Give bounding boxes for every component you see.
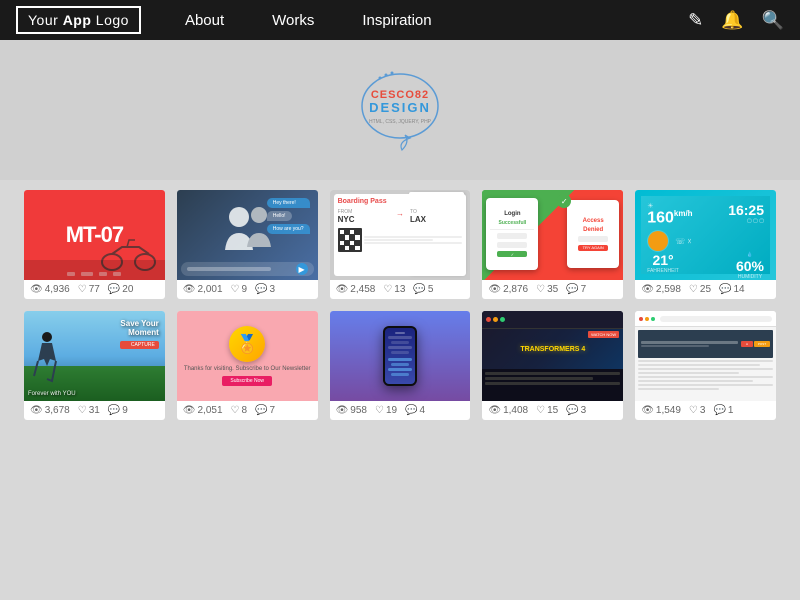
user-icon[interactable]: ✎ xyxy=(688,10,703,31)
thumb-blog: A POST xyxy=(635,311,776,401)
grid-row-1: MT-07 👁 4,936 ♡ 77 💬 20 xyxy=(24,190,776,299)
thumb-boarding: Boarding Pass FROM NYC → TO LAX xyxy=(330,190,471,280)
stats-transformers: 👁 1,408 ♡ 15 💬 3 xyxy=(482,401,623,420)
search-icon[interactable]: 🔍 xyxy=(762,10,784,31)
card-weather[interactable]: ☀ 160km/h 16:25 ▢ ▢ ▢ ☏ ☓ xyxy=(635,190,776,299)
stats-chat: 👁 2,001 ♡ 9 💬 3 xyxy=(177,280,318,299)
svg-text:DESIGN: DESIGN xyxy=(369,100,431,115)
card-boarding[interactable]: Boarding Pass FROM NYC → TO LAX xyxy=(330,190,471,299)
views-mt07: 👁 4,936 xyxy=(30,284,70,295)
brand-logo: CESCO82 DESIGN HTML, CSS, JQUERY, PHP xyxy=(350,60,450,160)
stats-mt07: 👁 4,936 ♡ 77 💬 20 xyxy=(24,280,165,299)
stats-award: 👁 2,051 ♡ 8 💬 7 xyxy=(177,401,318,420)
portfolio-grid: MT-07 👁 4,936 ♡ 77 💬 20 xyxy=(0,180,800,430)
thumb-mt07: MT-07 xyxy=(24,190,165,280)
thumb-chat: Hey there! Hello! How are you? ▶ xyxy=(177,190,318,280)
stats-weather: 👁 2,598 ♡ 25 💬 14 xyxy=(635,280,776,299)
card-login[interactable]: Login Successfull ✓ Access Denied TRY AG… xyxy=(482,190,623,299)
card-action[interactable]: Save Your Moment CAPTURE Forever with YO… xyxy=(24,311,165,420)
nav-inspiration[interactable]: Inspiration xyxy=(338,0,455,40)
grid-row-2: Save Your Moment CAPTURE Forever with YO… xyxy=(24,311,776,420)
thumb-phone xyxy=(330,311,471,401)
nav-works[interactable]: Works xyxy=(248,0,338,40)
card-phone[interactable]: 👁 958 ♡ 19 💬 4 xyxy=(330,311,471,420)
comments-mt07: 💬 20 xyxy=(108,284,134,295)
navbar: Your App Logo About Works Inspiration ✎ … xyxy=(0,0,800,40)
thumb-award: 🏅 Thanks for visiting. Subscribe to Our … xyxy=(177,311,318,401)
thumb-login: Login Successfull ✓ Access Denied TRY AG… xyxy=(482,190,623,280)
thumb-weather: ☀ 160km/h 16:25 ▢ ▢ ▢ ☏ ☓ xyxy=(635,190,776,280)
stats-phone: 👁 958 ♡ 19 💬 4 xyxy=(330,401,471,420)
card-award[interactable]: 🏅 Thanks for visiting. Subscribe to Our … xyxy=(177,311,318,420)
hero-section: CESCO82 DESIGN HTML, CSS, JQUERY, PHP xyxy=(0,40,800,180)
bell-icon[interactable]: 🔔 xyxy=(721,10,743,31)
nav-links: About Works Inspiration xyxy=(161,0,688,40)
card-chat[interactable]: Hey there! Hello! How are you? ▶ 👁 2,001… xyxy=(177,190,318,299)
nav-icon-group: ✎ 🔔 🔍 xyxy=(688,10,784,31)
stats-boarding: 👁 2,458 ♡ 13 💬 5 xyxy=(330,280,471,299)
stats-action: 👁 3,678 ♡ 31 💬 9 xyxy=(24,401,165,420)
thumb-transformers: TRANSFORMERS 4 WATCH NOW xyxy=(482,311,623,401)
thumb-action: Save Your Moment CAPTURE Forever with YO… xyxy=(24,311,165,401)
card-transformers[interactable]: TRANSFORMERS 4 WATCH NOW 👁 1,408 ♡ 15 💬 … xyxy=(482,311,623,420)
stats-login: 👁 2,876 ♡ 35 💬 7 xyxy=(482,280,623,299)
logo-text-bold: App xyxy=(63,12,92,28)
mt07-title: MT-07 xyxy=(66,222,123,248)
logo-text-plain: Your xyxy=(28,12,63,28)
app-logo[interactable]: Your App Logo xyxy=(16,6,141,34)
card-blog[interactable]: A POST 👁 1,549 ♡ 3 xyxy=(635,311,776,420)
likes-mt07: ♡ 77 xyxy=(78,284,100,295)
card-mt07[interactable]: MT-07 👁 4,936 ♡ 77 💬 20 xyxy=(24,190,165,299)
nav-about[interactable]: About xyxy=(161,0,248,40)
svg-text:HTML, CSS, JQUERY, PHP: HTML, CSS, JQUERY, PHP xyxy=(369,119,432,125)
stats-blog: 👁 1,549 ♡ 3 💬 1 xyxy=(635,401,776,420)
logo-text-rest: Logo xyxy=(91,12,129,28)
